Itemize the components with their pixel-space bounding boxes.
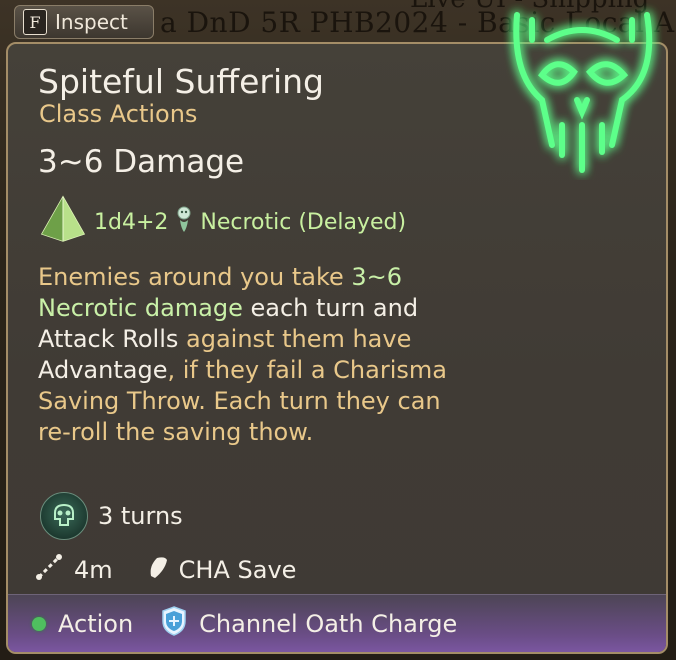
glowing-skull-icon xyxy=(482,0,676,180)
duration-row: 3 turns xyxy=(40,492,183,540)
resource-cost-label: Channel Oath Charge xyxy=(199,609,458,638)
save-shield-icon xyxy=(147,554,169,586)
spell-category: Class Actions xyxy=(39,100,198,128)
inspect-button[interactable]: F Inspect xyxy=(14,5,154,39)
channel-oath-shield-icon xyxy=(161,605,187,643)
inspect-label: Inspect xyxy=(55,10,128,34)
inspect-key-hint: F xyxy=(23,9,47,35)
skull-status-icon xyxy=(40,492,88,540)
range-text: 4m xyxy=(74,556,113,584)
damage-type: Necrotic (Delayed) xyxy=(200,209,407,235)
spell-title: Spiteful Suffering xyxy=(38,62,324,101)
necrotic-icon xyxy=(174,204,194,240)
range-save-row: 4m CHA Save xyxy=(34,552,296,588)
action-cost-label: Action xyxy=(58,609,134,638)
spell-description: Enemies around you take 3~6 Necrotic dam… xyxy=(38,263,447,446)
action-dot-icon xyxy=(32,616,46,631)
save-text: CHA Save xyxy=(178,556,297,584)
damage-dice-row: 1d4+2 Necrotic (Delayed) xyxy=(38,194,406,250)
cost-footer: Action Channel Oath Charge xyxy=(8,594,666,652)
duration-text: 3 turns xyxy=(98,502,183,530)
d4-dice-icon xyxy=(38,194,88,250)
damage-summary: 3~6 Damage xyxy=(38,144,245,180)
range-line-icon xyxy=(34,552,64,588)
damage-dice: 1d4+2 xyxy=(94,209,169,235)
